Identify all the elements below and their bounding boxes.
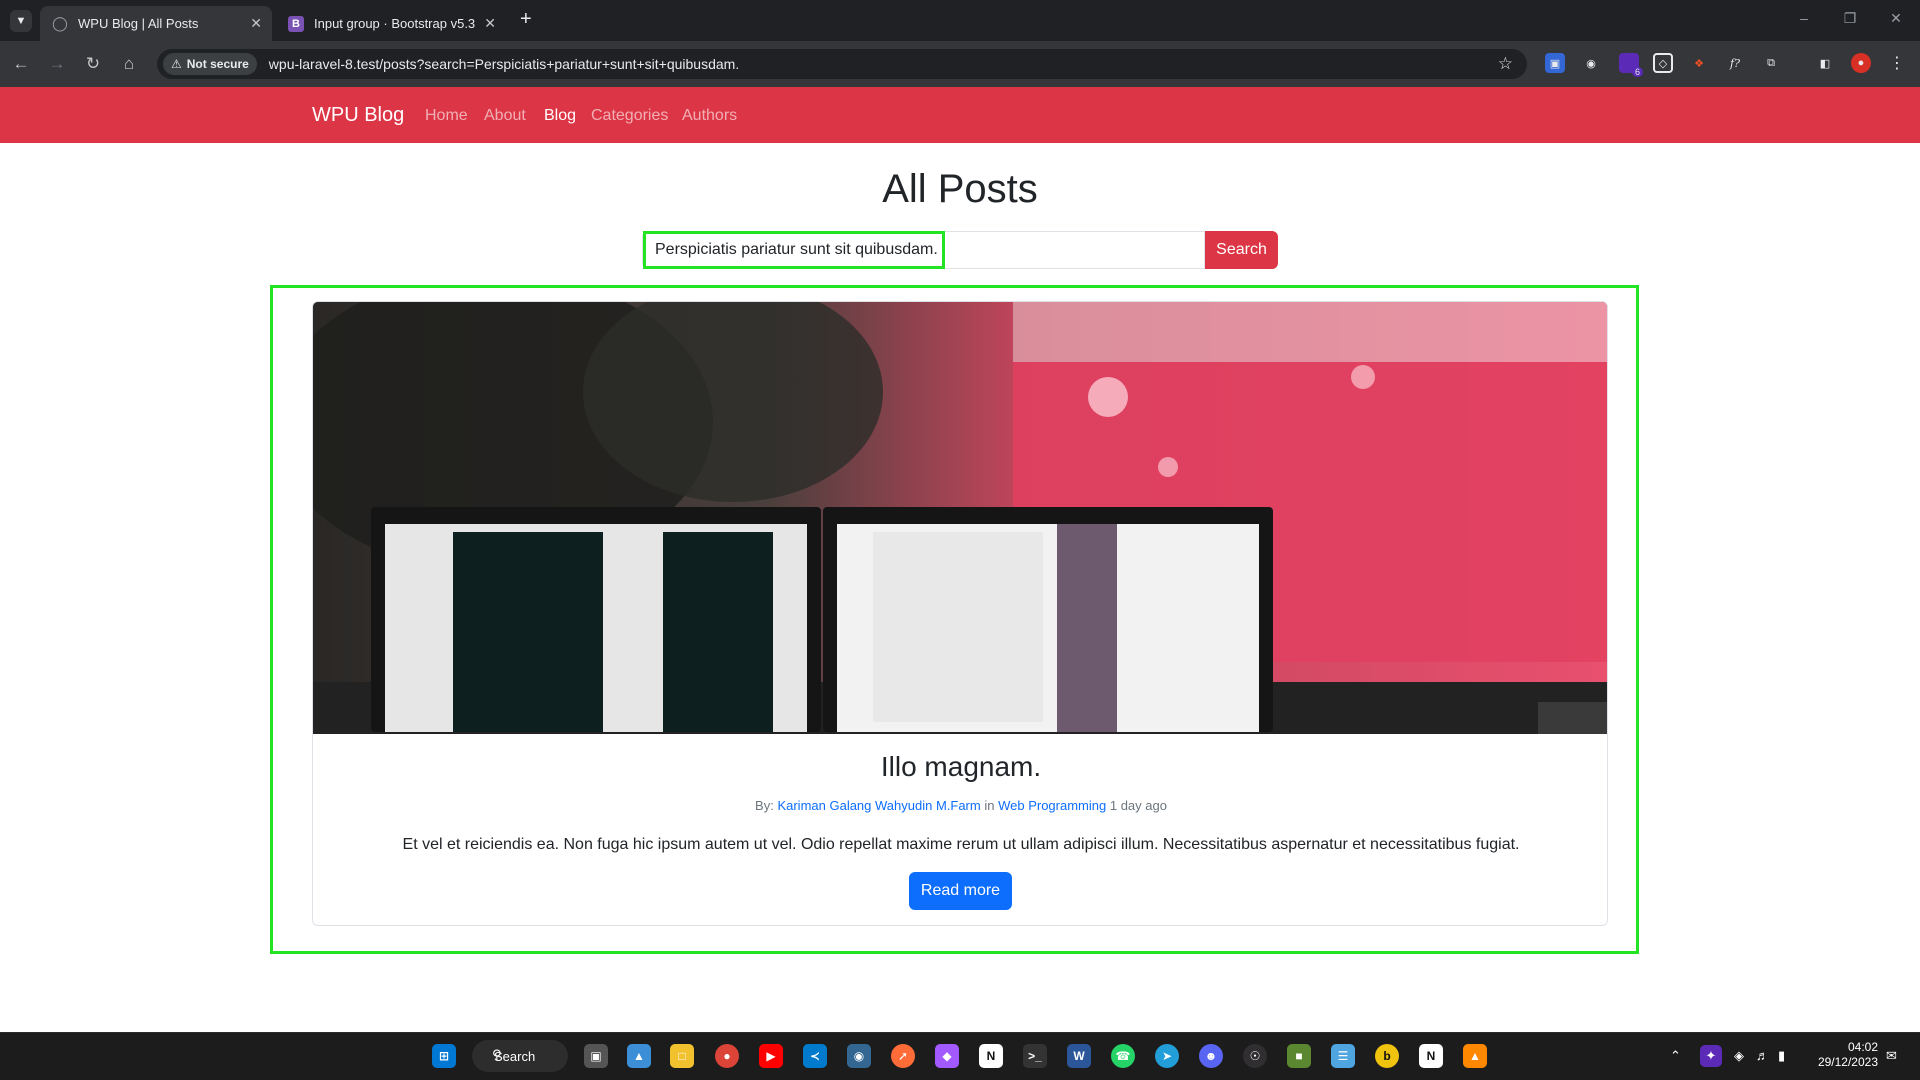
extension-font-icon[interactable]: f? bbox=[1725, 53, 1745, 73]
vscode-icon[interactable]: ≺ bbox=[803, 1044, 827, 1068]
post-excerpt: Et vel et reiciendis ea. Non fuga hic ip… bbox=[402, 836, 1520, 853]
security-chip[interactable]: ⚠ Not secure bbox=[163, 53, 257, 75]
windows-taskbar bbox=[0, 1032, 1920, 1080]
post-meta-by: By: bbox=[755, 798, 774, 813]
telegram-icon[interactable]: ➤ bbox=[1155, 1044, 1179, 1068]
nav-link-home[interactable]: Home bbox=[425, 107, 468, 125]
search-icon: ⚲ bbox=[492, 1047, 502, 1062]
notepad-icon[interactable]: ☰ bbox=[1331, 1044, 1355, 1068]
profile-avatar[interactable]: ● bbox=[1851, 53, 1871, 73]
windows-start-icon[interactable]: ⊞ bbox=[432, 1044, 456, 1068]
tab-title: Input group · Bootstrap v5.3 bbox=[314, 16, 476, 31]
side-panel-icon[interactable]: ◧ bbox=[1815, 53, 1835, 73]
navbar-brand[interactable]: WPU Blog bbox=[312, 104, 404, 127]
browser-tab-strip: ▼ ◯ WPU Blog | All Posts ✕ B Input group… bbox=[0, 0, 1920, 41]
post-title[interactable]: Illo magnam. bbox=[313, 751, 1607, 783]
close-tab-icon[interactable]: ✕ bbox=[250, 15, 262, 32]
window-close-icon[interactable]: ✕ bbox=[1886, 10, 1906, 27]
warning-icon: ⚠ bbox=[171, 57, 182, 71]
globe-icon: ◯ bbox=[52, 15, 68, 31]
figma-icon[interactable]: ◆ bbox=[935, 1044, 959, 1068]
close-tab-icon[interactable]: ✕ bbox=[484, 15, 496, 32]
extension-badge-count: 6 bbox=[1631, 67, 1643, 77]
back-icon[interactable]: ← bbox=[10, 54, 32, 74]
notion-icon[interactable]: N bbox=[979, 1044, 1003, 1068]
tab-wpu-blog[interactable]: ◯ WPU Blog | All Posts ✕ bbox=[40, 6, 272, 41]
word-icon[interactable]: W bbox=[1067, 1044, 1091, 1068]
tab-title: WPU Blog | All Posts bbox=[78, 16, 199, 31]
battery-icon[interactable]: ▮ bbox=[1778, 1048, 1785, 1064]
obs-icon[interactable]: ☉ bbox=[1243, 1044, 1267, 1068]
security-chip-label: Not secure bbox=[186, 57, 249, 71]
file-explorer-icon[interactable]: □ bbox=[670, 1044, 694, 1068]
minecraft-icon[interactable]: ■ bbox=[1287, 1044, 1311, 1068]
search-button[interactable]: Search bbox=[1205, 231, 1278, 269]
notion-calendar-icon[interactable]: N bbox=[1419, 1044, 1443, 1068]
reload-icon[interactable]: ↻ bbox=[82, 54, 104, 74]
post-card: Illo magnam. By: Kariman Galang Wahyudin… bbox=[312, 301, 1608, 926]
post-category-link[interactable]: Web Programming bbox=[998, 798, 1106, 813]
whatsapp-icon[interactable]: ☎ bbox=[1111, 1044, 1135, 1068]
restore-icon[interactable]: ❐ bbox=[1840, 10, 1860, 27]
chrome-icon[interactable]: ● bbox=[715, 1044, 739, 1068]
extension-docs-icon[interactable]: ▣ bbox=[1545, 53, 1565, 73]
photos-icon[interactable]: ▲ bbox=[627, 1044, 651, 1068]
post-meta: By: Kariman Galang Wahyudin M.Farm in We… bbox=[313, 798, 1607, 813]
site-navbar bbox=[0, 87, 1920, 143]
post-meta-time: 1 day ago bbox=[1109, 798, 1167, 813]
vlc-icon[interactable]: ▲ bbox=[1463, 1044, 1487, 1068]
post-author-link[interactable]: Kariman Galang Wahyudin M.Farm bbox=[777, 798, 980, 813]
bybit-icon[interactable]: b bbox=[1375, 1044, 1399, 1068]
tray-app-icon[interactable]: ✦ bbox=[1700, 1045, 1722, 1067]
task-view-icon[interactable]: ▣ bbox=[584, 1044, 608, 1068]
tab-bootstrap[interactable]: B Input group · Bootstrap v5.3 ✕ bbox=[276, 6, 506, 41]
notification-icon[interactable]: ✉ bbox=[1886, 1048, 1897, 1064]
forward-icon[interactable]: → bbox=[46, 54, 68, 74]
address-bar[interactable]: ⚠ Not secure wpu-laravel-8.test/posts?se… bbox=[157, 49, 1527, 79]
url-text[interactable]: wpu-laravel-8.test/posts?search=Perspici… bbox=[269, 56, 739, 72]
post-image[interactable] bbox=[313, 302, 1607, 734]
home-icon[interactable]: ⌂ bbox=[118, 54, 140, 74]
taskbar-search[interactable]: Search bbox=[472, 1040, 568, 1072]
new-tab-button[interactable]: + bbox=[520, 8, 532, 31]
postgres-icon[interactable]: ◉ bbox=[847, 1044, 871, 1068]
clock-time: 04:02 bbox=[1847, 1040, 1878, 1054]
extension-glasses-icon[interactable]: ◉ bbox=[1581, 53, 1601, 73]
nav-link-categories[interactable]: Categories bbox=[591, 107, 668, 125]
post-meta-in: in bbox=[984, 798, 995, 813]
youtube-icon[interactable]: ▶ bbox=[759, 1044, 783, 1068]
post-image-illustration bbox=[313, 302, 1607, 734]
read-more-button[interactable]: Read more bbox=[909, 872, 1012, 910]
bootstrap-icon: B bbox=[288, 15, 304, 32]
nav-link-authors[interactable]: Authors bbox=[682, 107, 737, 125]
extension-badge-icon[interactable]: 6 bbox=[1619, 53, 1643, 77]
extension-color-icon[interactable]: ❖ bbox=[1689, 53, 1709, 73]
discord-icon[interactable]: ☻ bbox=[1199, 1044, 1223, 1068]
clock-date: 29/12/2023 bbox=[1817, 1055, 1878, 1069]
wifi-icon[interactable]: ◈ bbox=[1734, 1048, 1744, 1064]
chevron-up-icon[interactable]: ⌃ bbox=[1670, 1048, 1681, 1064]
volume-icon[interactable]: ♬ bbox=[1756, 1048, 1769, 1063]
postman-icon[interactable]: ➚ bbox=[891, 1044, 915, 1068]
system-clock[interactable]: 04:02 29/12/2023 bbox=[1806, 1040, 1878, 1070]
minimize-icon[interactable]: – bbox=[1794, 10, 1814, 26]
bookmark-star-icon[interactable]: ☆ bbox=[1498, 54, 1513, 74]
extensions-puzzle-icon[interactable]: ⧉ bbox=[1761, 53, 1781, 73]
search-input[interactable] bbox=[642, 231, 1205, 269]
nav-link-blog[interactable]: Blog bbox=[544, 107, 576, 125]
page-title: All Posts bbox=[882, 167, 1038, 211]
tab-search-button[interactable]: ▼ bbox=[10, 10, 32, 32]
extension-shield-icon[interactable]: ◇ bbox=[1653, 53, 1673, 73]
nav-link-about[interactable]: About bbox=[484, 107, 526, 125]
terminal-icon[interactable]: >_ bbox=[1023, 1044, 1047, 1068]
browser-menu-icon[interactable]: ⋮ bbox=[1887, 53, 1907, 73]
